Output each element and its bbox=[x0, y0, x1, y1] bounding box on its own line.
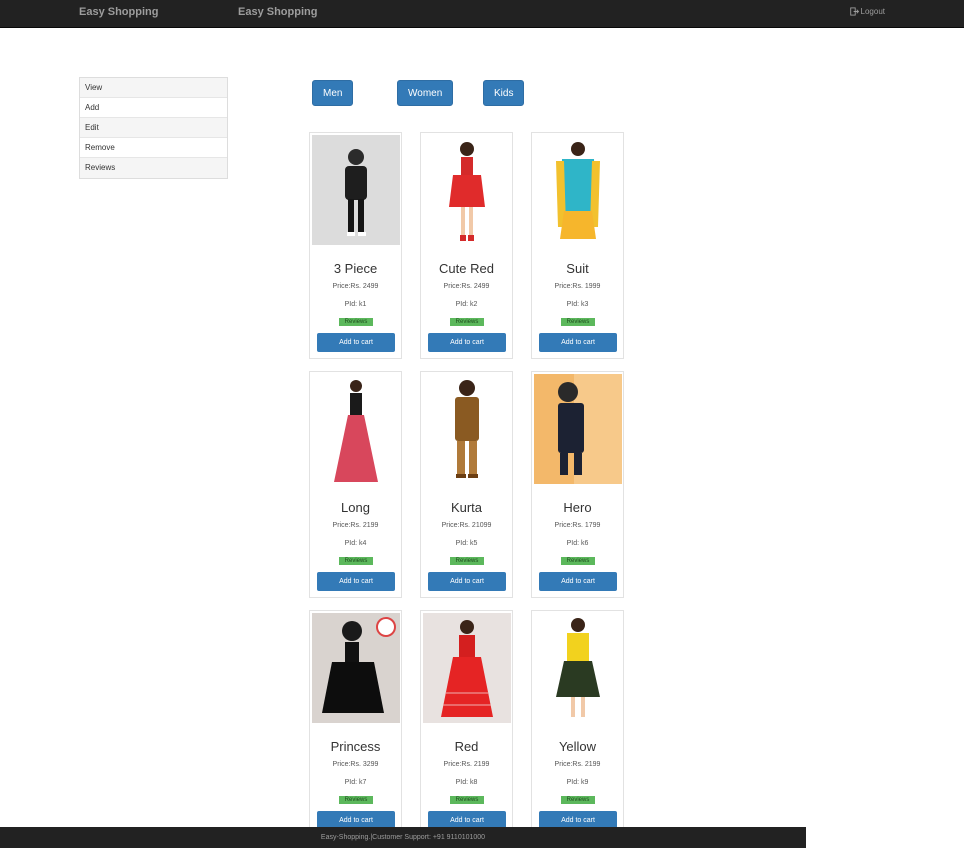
footer-text: Easy-Shopping.|Customer Support: +91 911… bbox=[320, 834, 486, 841]
reviews-badge[interactable]: Reviews bbox=[339, 557, 373, 565]
add-to-cart-button[interactable]: Add to cart bbox=[539, 572, 617, 591]
sidebar-item-reviews[interactable]: Reviews bbox=[80, 158, 227, 178]
product-card: Suit Price:Rs. 1999 PId: k3 Reviews Add … bbox=[531, 132, 624, 359]
add-to-cart-button[interactable]: Add to cart bbox=[317, 572, 395, 591]
brand-link[interactable]: Easy Shopping bbox=[79, 6, 158, 18]
product-image[interactable] bbox=[534, 374, 622, 484]
product-card: Hero Price:Rs. 1799 PId: k6 Reviews Add … bbox=[531, 371, 624, 598]
top-navbar: Easy Shopping Easy Shopping Logout bbox=[0, 0, 964, 28]
product-name: Red bbox=[454, 739, 479, 754]
sidebar-item-edit[interactable]: Edit bbox=[80, 118, 227, 138]
product-price: Price:Rs. 2199 bbox=[554, 761, 601, 768]
product-price: Price:Rs. 21099 bbox=[441, 522, 492, 529]
logout-link[interactable]: Logout bbox=[849, 7, 885, 16]
add-to-cart-button[interactable]: Add to cart bbox=[539, 333, 617, 352]
product-price: Price:Rs. 1999 bbox=[554, 283, 601, 290]
admin-sidebar: View Add Edit Remove Reviews bbox=[79, 77, 228, 179]
product-price: Price:Rs. 1799 bbox=[554, 522, 601, 529]
product-card: Long Price:Rs. 2199 PId: k4 Reviews Add … bbox=[309, 371, 402, 598]
logout-label: Logout bbox=[860, 7, 885, 16]
product-price: Price:Rs. 2499 bbox=[332, 283, 379, 290]
reviews-badge[interactable]: Reviews bbox=[561, 796, 595, 804]
logout-icon bbox=[849, 7, 859, 16]
product-card: Yellow Price:Rs. 2199 PId: k9 Reviews Ad… bbox=[531, 610, 624, 837]
product-price: Price:Rs. 2199 bbox=[332, 522, 379, 529]
product-id: PId: k4 bbox=[344, 540, 367, 547]
product-id: PId: k1 bbox=[344, 301, 367, 308]
sidebar-item-view[interactable]: View bbox=[80, 78, 227, 98]
product-id: PId: k6 bbox=[566, 540, 589, 547]
brand-title[interactable]: Easy Shopping bbox=[238, 6, 317, 18]
product-image[interactable] bbox=[312, 135, 400, 245]
product-image[interactable] bbox=[312, 613, 400, 723]
add-to-cart-button[interactable]: Add to cart bbox=[428, 572, 506, 591]
product-id: PId: k9 bbox=[566, 779, 589, 786]
product-id: PId: k2 bbox=[455, 301, 478, 308]
site-footer: Easy-Shopping.|Customer Support: +91 911… bbox=[0, 827, 806, 848]
product-card: 3 Piece Price:Rs. 2499 PId: k1 Reviews A… bbox=[309, 132, 402, 359]
product-name: Hero bbox=[563, 500, 592, 515]
product-card: Princess Price:Rs. 3299 PId: k7 Reviews … bbox=[309, 610, 402, 837]
product-card: Cute Red Price:Rs. 2499 PId: k2 Reviews … bbox=[420, 132, 513, 359]
product-card: Kurta Price:Rs. 21099 PId: k5 Reviews Ad… bbox=[420, 371, 513, 598]
reviews-badge[interactable]: Reviews bbox=[339, 796, 373, 804]
product-name: 3 Piece bbox=[333, 261, 378, 276]
add-to-cart-button[interactable]: Add to cart bbox=[317, 333, 395, 352]
product-name: Yellow bbox=[558, 739, 597, 754]
category-women-button[interactable]: Women bbox=[397, 80, 454, 106]
reviews-badge[interactable]: Reviews bbox=[339, 318, 373, 326]
product-image[interactable] bbox=[423, 613, 511, 723]
product-image[interactable] bbox=[534, 613, 622, 723]
category-men-button[interactable]: Men bbox=[312, 80, 354, 106]
product-price: Price:Rs. 3299 bbox=[332, 761, 379, 768]
category-kids-button[interactable]: Kids bbox=[483, 80, 525, 106]
product-id: PId: k5 bbox=[455, 540, 478, 547]
product-price: Price:Rs. 2499 bbox=[443, 283, 490, 290]
product-name: Princess bbox=[330, 739, 381, 754]
sidebar-item-add[interactable]: Add bbox=[80, 98, 227, 118]
product-id: PId: k3 bbox=[566, 301, 589, 308]
reviews-badge[interactable]: Reviews bbox=[561, 557, 595, 565]
product-image[interactable] bbox=[312, 374, 400, 484]
product-name: Kurta bbox=[450, 500, 483, 515]
product-image[interactable] bbox=[423, 135, 511, 245]
product-name: Cute Red bbox=[439, 261, 494, 276]
product-id: PId: k8 bbox=[455, 779, 478, 786]
reviews-badge[interactable]: Reviews bbox=[450, 557, 484, 565]
reviews-badge[interactable]: Reviews bbox=[561, 318, 595, 326]
product-card: Red Price:Rs. 2199 PId: k8 Reviews Add t… bbox=[420, 610, 513, 837]
product-name: Suit bbox=[566, 261, 589, 276]
reviews-badge[interactable]: Reviews bbox=[450, 318, 484, 326]
product-image[interactable] bbox=[534, 135, 622, 245]
product-id: PId: k7 bbox=[344, 779, 367, 786]
sidebar-item-remove[interactable]: Remove bbox=[80, 138, 227, 158]
add-to-cart-button[interactable]: Add to cart bbox=[428, 333, 506, 352]
reviews-badge[interactable]: Reviews bbox=[450, 796, 484, 804]
product-price: Price:Rs. 2199 bbox=[443, 761, 490, 768]
product-image[interactable] bbox=[423, 374, 511, 484]
product-name: Long bbox=[341, 500, 370, 515]
